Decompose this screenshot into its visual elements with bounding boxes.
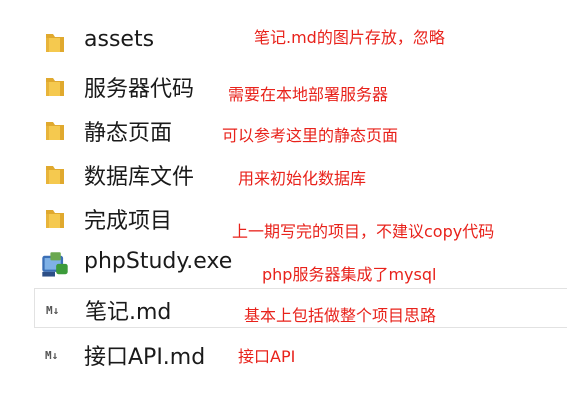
- folder-icon: [46, 210, 64, 228]
- annotation: 可以参考这里的静态页面: [222, 126, 399, 145]
- file-name: 完成项目: [84, 209, 173, 234]
- phpstudy-exe-icon: [42, 252, 68, 277]
- folder-icon: [46, 34, 64, 52]
- markdown-file-icon: M↓: [45, 349, 58, 362]
- annotation: 上一期写完的项目，不建议copy代码: [232, 222, 495, 241]
- svg-text:M↓: M↓: [45, 349, 58, 362]
- svg-text:M↓: M↓: [46, 304, 59, 317]
- file-name: phpStudy.exe: [84, 249, 233, 274]
- folder-icon: [46, 122, 64, 140]
- file-item-api-doc[interactable]: M↓ 接口API.md: [34, 334, 567, 374]
- markdown-file-icon: M↓: [46, 304, 59, 317]
- file-name: 静态页面: [84, 121, 173, 146]
- file-name: 数据库文件: [84, 165, 195, 190]
- file-name: 服务器代码: [84, 77, 195, 102]
- annotation: 笔记.md的图片存放，忽略: [254, 28, 445, 47]
- folder-icon: [46, 78, 64, 96]
- annotation: 基本上包括做整个项目思路: [244, 306, 437, 325]
- file-name: 接口API.md: [84, 345, 206, 370]
- annotation: 需要在本地部署服务器: [228, 85, 389, 104]
- annotation: 接口API: [238, 347, 296, 366]
- file-name: 笔记.md: [85, 300, 172, 325]
- annotation: php服务器集成了mysql: [262, 265, 437, 284]
- folder-icon: [46, 166, 64, 184]
- file-name: assets: [84, 27, 155, 52]
- annotation: 用来初始化数据库: [238, 169, 367, 188]
- file-list: assets 服务器代码 静态页面 数据库文件 完成项目 phpStudy.ex…: [0, 0, 567, 406]
